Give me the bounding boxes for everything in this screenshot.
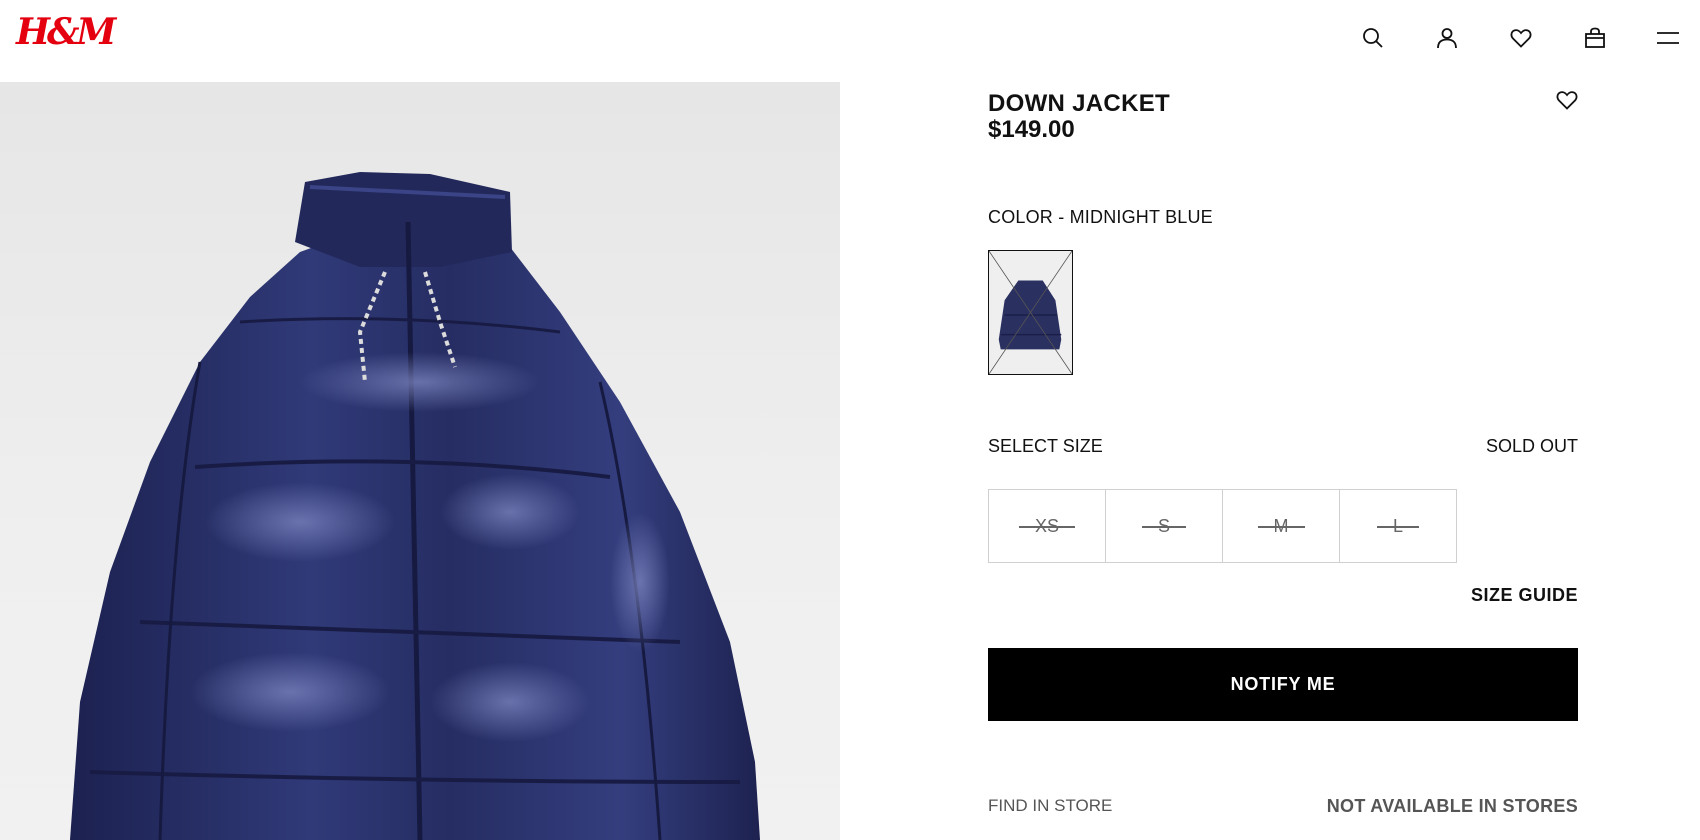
hm-logo[interactable]: H&M — [16, 14, 116, 50]
account-icon[interactable] — [1433, 24, 1461, 52]
store-availability-status: NOT AVAILABLE IN STORES — [1326, 796, 1578, 816]
size-option-m[interactable]: M — [1222, 489, 1340, 563]
product-title: DOWN JACKET — [988, 90, 1170, 117]
product-image[interactable] — [0, 82, 840, 840]
search-icon[interactable] — [1359, 24, 1387, 52]
menu-icon[interactable] — [1654, 24, 1682, 52]
size-selector: XS S M L — [988, 489, 1457, 563]
notify-me-button[interactable]: NOTIFY ME — [988, 648, 1578, 721]
site-header: H&M — [0, 0, 1700, 82]
size-guide-link[interactable]: SIZE GUIDE — [1471, 585, 1578, 606]
favorites-icon[interactable] — [1507, 24, 1535, 52]
find-in-store-link[interactable]: FIND IN STORE — [988, 796, 1112, 816]
size-option-s[interactable]: S — [1105, 489, 1223, 563]
shopping-bag-icon[interactable] — [1581, 24, 1609, 52]
sold-out-label: SOLD OUT — [1485, 436, 1578, 456]
size-option-xs[interactable]: XS — [988, 489, 1106, 563]
color-swatch-midnight-blue[interactable] — [988, 250, 1073, 375]
add-to-favorites-heart-icon[interactable] — [1555, 88, 1581, 114]
select-size-label: SELECT SIZE — [988, 436, 1103, 456]
size-label: M — [1257, 516, 1305, 537]
size-option-l[interactable]: L — [1339, 489, 1457, 563]
size-label: XS — [1018, 516, 1076, 537]
size-label: S — [1141, 516, 1187, 537]
color-label: COLOR - MIDNIGHT BLUE — [988, 207, 1213, 227]
swatch-jacket-thumbnail — [989, 251, 1072, 374]
size-label: L — [1376, 516, 1420, 537]
down-jacket-illustration — [70, 172, 760, 840]
product-price: $149.00 — [988, 116, 1075, 143]
